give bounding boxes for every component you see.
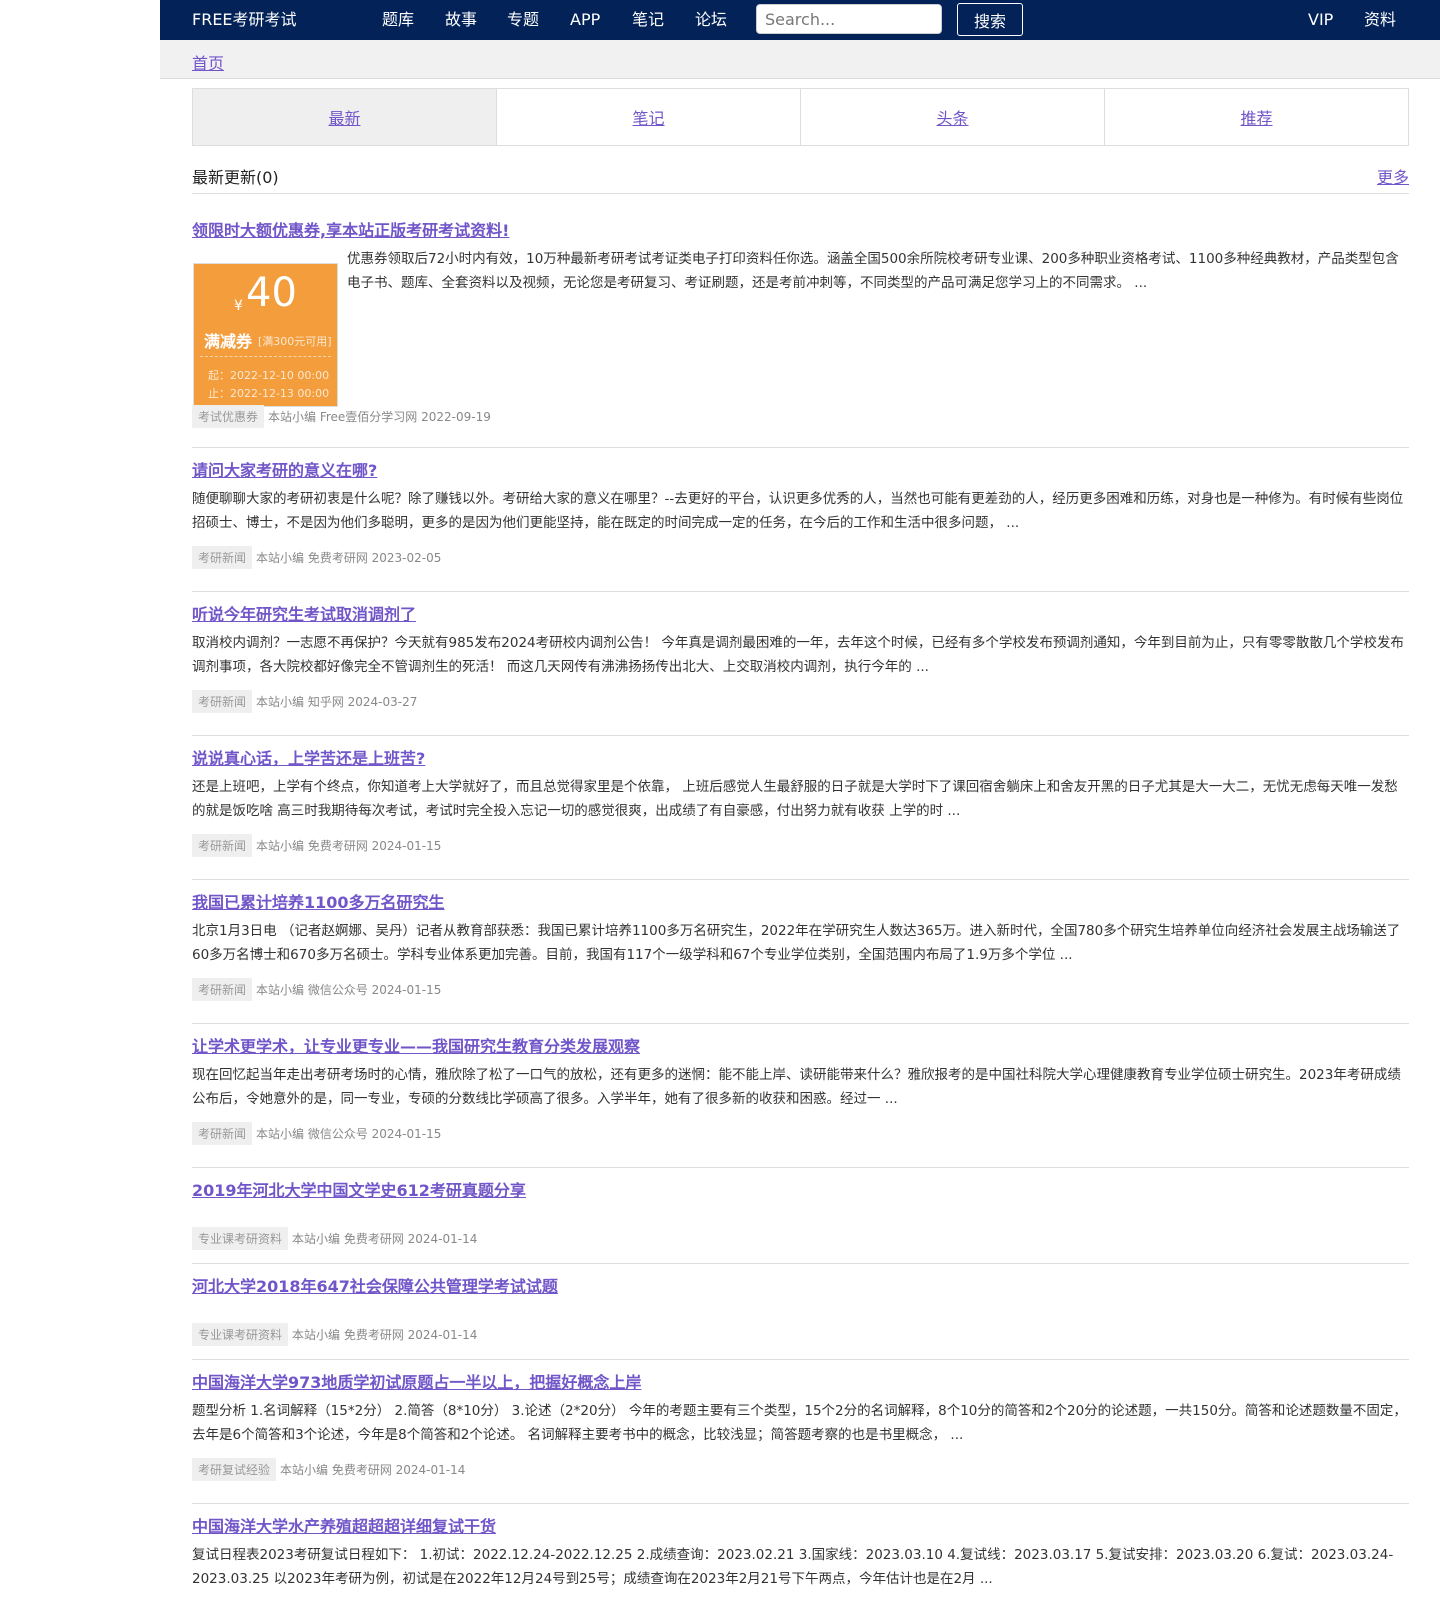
article-title-link[interactable]: 中国海洋大学973地质学初试原题占一半以上，把握好概念上岸 — [192, 1369, 641, 1393]
article-title-link[interactable]: 听说今年研究生考试取消调剂了 — [192, 601, 416, 625]
category-tag[interactable]: 考研新闻 — [192, 1122, 253, 1145]
category-tag[interactable]: 考研新闻 — [192, 690, 253, 713]
breadcrumb: 首页 — [160, 40, 1440, 79]
article-summary: 现在回忆起当年走出考研考场时的心情，雅欣除了松了一口气的放松，还有更多的迷惘：能… — [192, 1067, 1401, 1107]
article-title-link[interactable]: 请问大家考研的意义在哪? — [192, 457, 377, 481]
nav-item-stories[interactable]: 故事 — [445, 0, 477, 40]
nav-item-topics[interactable]: 专题 — [507, 0, 539, 40]
article-source-date: 本站小编 免费考研网 2023-02-05 — [256, 551, 442, 565]
article-summary: 取消校内调剂？一志愿不再保护？今天就有985发布2024考研校内调剂公告！ 今年… — [192, 635, 1404, 675]
nav-item-forum[interactable]: 论坛 — [695, 0, 727, 40]
article-meta: 考研新闻 本站小编 微信公众号 2024-01-15 — [192, 978, 441, 1001]
article-source-date: 本站小编 知乎网 2024-03-27 — [256, 695, 418, 709]
category-tag[interactable]: 考研复试经验 — [192, 1458, 277, 1481]
list-item: 中国海洋大学水产养殖超超超详细复试干货 复试日程表2023考研复试日程如下： 1… — [192, 1504, 1409, 1600]
category-tag[interactable]: 考研新闻 — [192, 834, 253, 857]
tab-latest[interactable]: 最新 — [193, 89, 496, 145]
section-header: 最新更新(0) 更多 — [192, 158, 1409, 194]
article-source-date: 本站小编 免费考研网 2024-01-14 — [292, 1328, 478, 1342]
article-title-link[interactable]: 中国海洋大学水产养殖超超超详细复试干货 — [192, 1513, 496, 1537]
article-title-link[interactable]: 让学术更学术，让专业更专业——我国研究生教育分类发展观察 — [192, 1033, 640, 1057]
article-source-date: 本站小编 免费考研网 2024-01-14 — [280, 1463, 466, 1477]
article-title-link[interactable]: 2019年河北大学中国文学史612考研真题分享 — [192, 1177, 526, 1201]
coupon-end-date: 止：2022-12-13 00:00 — [208, 387, 330, 400]
article-meta: 考研新闻 本站小编 知乎网 2024-03-27 — [192, 690, 417, 713]
list-item: 2019年河北大学中国文学史612考研真题分享 专业课考研资料 本站小编 免费考… — [192, 1168, 1409, 1264]
article-meta: 考研新闻 本站小编 免费考研网 2023-02-05 — [192, 546, 441, 569]
category-tag[interactable]: 考研新闻 — [192, 546, 253, 569]
coupon-start-date: 起：2022-12-10 00:00 — [208, 369, 330, 382]
coupon-type: 满减券 — [204, 332, 253, 351]
section-title: 最新更新(0) — [192, 168, 279, 187]
article-summary: 还是上班吧，上学有个终点，你知道考上大学就好了，而且总觉得家里是个依靠， 上班后… — [192, 779, 1398, 819]
coupon-divider — [200, 356, 331, 357]
article-title-link[interactable]: 领限时大额优惠券,享本站正版考研考试资料! — [192, 217, 509, 241]
article-meta: 考试优惠券 本站小编 Free壹佰分学习网 2022-09-19 — [192, 405, 491, 428]
more-link[interactable]: 更多 — [1377, 164, 1409, 188]
category-tag[interactable]: 专业课考研资料 — [192, 1227, 289, 1250]
article-summary: 北京1月3日电 （记者赵婀娜、吴丹）记者从教育部获悉：我国已累计培养1100多万… — [192, 923, 1401, 963]
tab-notes[interactable]: 笔记 — [496, 89, 800, 145]
list-item: 河北大学2018年647社会保障公共管理学考试试题 专业课考研资料 本站小编 免… — [192, 1264, 1409, 1360]
article-source-date: 本站小编 微信公众号 2024-01-15 — [256, 1127, 442, 1141]
coupon-amount: 40 — [246, 270, 297, 316]
article-meta: 考研复试经验 本站小编 免费考研网 2024-01-14 — [192, 1458, 465, 1481]
article-summary: 随便聊聊大家的考研初衷是什么呢？除了赚钱以外。考研给大家的意义在哪里？--去更好… — [192, 491, 1404, 531]
article-summary: 复试日程表2023考研复试日程如下： 1.初试：2022.12.24-2022.… — [192, 1547, 1394, 1587]
search-input[interactable] — [756, 4, 942, 34]
breadcrumb-home-link[interactable]: 首页 — [192, 50, 224, 74]
article-source-date: 本站小编 免费考研网 2024-01-15 — [256, 839, 442, 853]
article-summary: 优惠券领取后72小时内有效，10万种最新考研考试考证类电子打印资料任你选。涵盖全… — [347, 251, 1399, 291]
nav-item-app[interactable]: APP — [570, 0, 600, 40]
category-tag[interactable]: 专业课考研资料 — [192, 1323, 289, 1346]
top-nav-bar: FREE考研考试 题库 故事 专题 APP 笔记 论坛 搜索 VIP 资料 — [160, 0, 1440, 40]
list-item: 我国已累计培养1100多万名研究生 北京1月3日电 （记者赵婀娜、吴丹）记者从教… — [192, 880, 1409, 1024]
list-item: 听说今年研究生考试取消调剂了 取消校内调剂？一志愿不再保护？今天就有985发布2… — [192, 592, 1409, 736]
category-tag[interactable]: 考研新闻 — [192, 978, 253, 1001]
coupon-currency: ¥ — [234, 298, 243, 314]
article-meta: 专业课考研资料 本站小编 免费考研网 2024-01-14 — [192, 1323, 477, 1346]
article-meta: 考研新闻 本站小编 微信公众号 2024-01-15 — [192, 1122, 441, 1145]
tab-headlines[interactable]: 头条 — [800, 89, 1104, 145]
nav-item-tiku[interactable]: 题库 — [382, 0, 414, 40]
category-tag[interactable]: 考试优惠券 — [192, 405, 265, 428]
list-item: 请问大家考研的意义在哪? 随便聊聊大家的考研初衷是什么呢？除了赚钱以外。考研给大… — [192, 448, 1409, 592]
tab-recommended[interactable]: 推荐 — [1104, 89, 1408, 145]
article-source-date: 本站小编 微信公众号 2024-01-15 — [256, 983, 442, 997]
article-title-link[interactable]: 说说真心话，上学苦还是上班苦? — [192, 745, 425, 769]
article-meta: 考研新闻 本站小编 免费考研网 2024-01-15 — [192, 834, 441, 857]
article-source-date: 本站小编 免费考研网 2024-01-14 — [292, 1232, 478, 1246]
site-logo[interactable]: FREE考研考试 — [192, 0, 297, 40]
article-meta: 专业课考研资料 本站小编 免费考研网 2024-01-14 — [192, 1227, 477, 1250]
coupon-image[interactable]: ¥ 40 满减券 [满300元可用] 起：2022-12-10 00:00 止：… — [193, 263, 338, 407]
list-item: 领限时大额优惠券,享本站正版考研考试资料! ¥ 40 满减券 [满300元可用]… — [192, 206, 1409, 448]
article-source-date: 本站小编 Free壹佰分学习网 2022-09-19 — [268, 410, 491, 424]
search-button[interactable]: 搜索 — [957, 3, 1023, 36]
content-tabs: 最新 笔记 头条 推荐 — [192, 88, 1409, 146]
article-title-link[interactable]: 河北大学2018年647社会保障公共管理学考试试题 — [192, 1273, 558, 1297]
nav-item-vip[interactable]: VIP — [1308, 0, 1333, 40]
list-item: 让学术更学术，让专业更专业——我国研究生教育分类发展观察 现在回忆起当年走出考研… — [192, 1024, 1409, 1168]
list-item: 说说真心话，上学苦还是上班苦? 还是上班吧，上学有个终点，你知道考上大学就好了，… — [192, 736, 1409, 880]
nav-item-materials[interactable]: 资料 — [1364, 0, 1396, 40]
article-title-link[interactable]: 我国已累计培养1100多万名研究生 — [192, 889, 445, 913]
nav-item-notes[interactable]: 笔记 — [632, 0, 664, 40]
list-item: 中国海洋大学973地质学初试原题占一半以上，把握好概念上岸 题型分析 1.名词解… — [192, 1360, 1409, 1504]
article-summary: 题型分析 1.名词解释（15*2分） 2.简答（8*10分） 3.论述（2*20… — [192, 1403, 1407, 1443]
coupon-condition: [满300元可用] — [258, 335, 332, 348]
